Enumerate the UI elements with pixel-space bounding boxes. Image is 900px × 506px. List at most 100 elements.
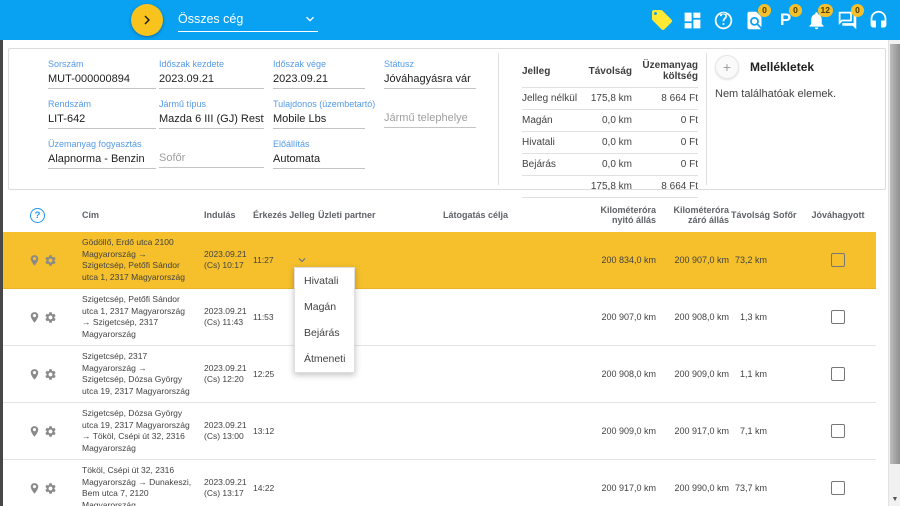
parking-badge: 0 xyxy=(789,4,802,17)
table-help-icon[interactable]: ? xyxy=(30,208,45,223)
trip-km-close: 200 907,0 km xyxy=(658,255,731,265)
approved-checkbox[interactable] xyxy=(831,367,845,381)
rendszam-input[interactable]: LIT-642 xyxy=(48,113,156,129)
col-uzleti-partner: Üzleti partner xyxy=(318,210,443,220)
col-indulas: Indulás xyxy=(196,210,248,220)
jarmu-telephelye-input[interactable]: Jármű telephelye xyxy=(384,112,476,128)
trip-distance: 73,2 km xyxy=(731,255,769,265)
collapsed-sidebar-edge xyxy=(0,40,3,506)
summary-total-row: 175,8 km 8 664 Ft xyxy=(522,176,698,198)
scrollbar-thumb[interactable] xyxy=(890,44,900,464)
uzemanyag-fogyasztas-input[interactable]: Alapnorma - Benzin xyxy=(48,153,156,169)
company-select-value: Összes cég xyxy=(178,12,243,26)
support-icon[interactable] xyxy=(866,8,891,33)
jelleg-option[interactable]: Átmeneti xyxy=(295,346,354,372)
map-pin-icon[interactable] xyxy=(28,254,41,267)
col-erkezes: Érkezés xyxy=(248,210,286,220)
trip-row[interactable]: Szigetcsép, Dózsa György utca 19, 2317 M… xyxy=(0,403,876,460)
gear-icon[interactable] xyxy=(44,311,57,324)
summary-header: Jelleg Távolság Üzemanyag költség xyxy=(522,55,698,88)
map-pin-icon[interactable] xyxy=(28,368,41,381)
add-attachment-button[interactable]: + xyxy=(715,55,739,79)
map-pin-icon[interactable] xyxy=(28,482,41,495)
dashboard-icon[interactable] xyxy=(680,8,705,33)
jelleg-option[interactable]: Magán xyxy=(295,294,354,320)
trip-row[interactable]: Szigetcsép, 2317 Magyarország → Szigetcs… xyxy=(0,346,876,403)
trip-km-open: 200 834,0 km xyxy=(590,255,658,265)
idoszak-kezdete-input[interactable]: 2023.09.21 xyxy=(159,73,264,89)
trip-km-open: 200 917,0 km xyxy=(590,483,658,493)
approved-checkbox[interactable] xyxy=(831,253,845,267)
help-icon[interactable] xyxy=(711,8,736,33)
trip-arrival: 12:25 xyxy=(248,369,286,379)
col-sofor: Sofőr xyxy=(769,210,800,220)
tulajdonos-input[interactable]: Mobile Lbs xyxy=(273,113,365,129)
sofor-input[interactable]: Sofőr xyxy=(159,152,264,168)
trip-row[interactable]: Tököl, Csépi út 32, 2316 Magyarország → … xyxy=(0,460,876,506)
col-tavolsag: Távolság xyxy=(731,210,769,220)
document-search-icon[interactable]: 0 xyxy=(742,8,767,33)
chevron-right-icon xyxy=(138,11,156,29)
messages-badge: 0 xyxy=(851,4,864,17)
jelleg-summary-table: Jelleg Távolság Üzemanyag költség Jelleg… xyxy=(522,55,698,198)
col-latogatas-celja: Látogatás célja xyxy=(443,210,590,220)
statusz-input[interactable]: Jóváhagyásra vár xyxy=(384,73,476,89)
trip-distance: 73,7 km xyxy=(731,483,769,493)
col-km-nyito: Kilométeróra nyitó állás xyxy=(590,205,658,225)
trip-departure: 2023.09.21 (Cs) 13:00 xyxy=(196,420,248,443)
trip-distance: 7,1 km xyxy=(731,426,769,436)
gear-icon[interactable] xyxy=(44,368,57,381)
notifications-badge: 12 xyxy=(818,4,833,17)
approved-checkbox[interactable] xyxy=(831,310,845,324)
field-uzemanyag-fogyasztas: Üzemanyag fogyasztás Alapnorma - Benzin xyxy=(48,139,156,169)
jarmu-tipus-input[interactable]: Mazda 6 III (GJ) Restyli xyxy=(159,113,264,129)
trip-departure: 2023.09.21 (Cs) 10:17 xyxy=(196,249,248,272)
trip-distance: 1,3 km xyxy=(731,312,769,322)
trip-km-open: 200 907,0 km xyxy=(590,312,658,322)
trip-arrival: 14:22 xyxy=(248,483,286,493)
gear-icon[interactable] xyxy=(44,254,57,267)
map-pin-icon[interactable] xyxy=(28,311,41,324)
trip-row[interactable]: Szigetcsép, Petőfi Sándor utca 1, 2317 M… xyxy=(0,289,876,346)
approved-checkbox[interactable] xyxy=(831,481,845,495)
jelleg-select[interactable] xyxy=(295,253,309,267)
attachments-empty-text: Nem találhatóak elemek. xyxy=(715,88,875,100)
expand-menu-button[interactable] xyxy=(131,4,163,36)
map-pin-icon[interactable] xyxy=(28,425,41,438)
trip-km-close: 200 908,0 km xyxy=(658,312,731,322)
sorszam-input[interactable]: MUT-000000894 xyxy=(48,73,156,89)
trip-address: Tököl, Csépi út 32, 2316 Magyarország → … xyxy=(74,465,196,506)
jelleg-option[interactable]: Hivatali xyxy=(295,268,354,294)
col-jovahagyott: Jóváhagyott xyxy=(800,210,876,220)
col-km-zaro: Kilométeróra záró állás xyxy=(658,205,731,225)
approved-checkbox[interactable] xyxy=(831,424,845,438)
field-sorszam: Sorszám MUT-000000894 xyxy=(48,59,156,89)
trip-address: Szigetcsép, Dózsa György utca 19, 2317 M… xyxy=(74,408,196,454)
trip-km-open: 200 909,0 km xyxy=(590,426,658,436)
field-statusz: Státusz Jóváhagyásra vár xyxy=(384,59,476,89)
jelleg-option[interactable]: Bejárás xyxy=(295,320,354,346)
jelleg-dropdown-menu: HivataliMagánBejárásÁtmeneti xyxy=(294,267,355,373)
company-select[interactable]: Összes cég xyxy=(178,7,318,32)
document-search-badge: 0 xyxy=(758,4,771,17)
trip-km-close: 200 990,0 km xyxy=(658,483,731,493)
trip-sheet-card: Sorszám MUT-000000894 Időszak kezdete 20… xyxy=(8,48,886,190)
eloallitas-input[interactable]: Automata xyxy=(273,153,365,169)
trip-row[interactable]: Gödöllő, Erdő utca 2100 Magyarország → S… xyxy=(0,232,876,289)
trip-km-open: 200 908,0 km xyxy=(590,369,658,379)
idoszak-vege-input[interactable]: 2023.09.21 xyxy=(273,73,365,89)
scrollbar-down-arrow[interactable]: ▼ xyxy=(889,493,900,505)
attachments-title: Mellékletek xyxy=(750,60,814,74)
topbar-icons: 0 P0 12 0 xyxy=(649,0,891,40)
trip-arrival: 11:27 xyxy=(248,255,286,265)
parking-icon[interactable]: P0 xyxy=(773,8,798,33)
chevron-down-icon xyxy=(302,11,318,27)
vertical-scrollbar[interactable]: ▼ xyxy=(888,40,900,506)
tag-icon[interactable] xyxy=(649,8,674,33)
gear-icon[interactable] xyxy=(44,425,57,438)
gear-icon[interactable] xyxy=(44,482,57,495)
messages-icon[interactable]: 0 xyxy=(835,8,860,33)
trip-km-close: 200 917,0 km xyxy=(658,426,731,436)
trips-table-body: Gödöllő, Erdő utca 2100 Magyarország → S… xyxy=(0,232,876,506)
notifications-icon[interactable]: 12 xyxy=(804,8,829,33)
